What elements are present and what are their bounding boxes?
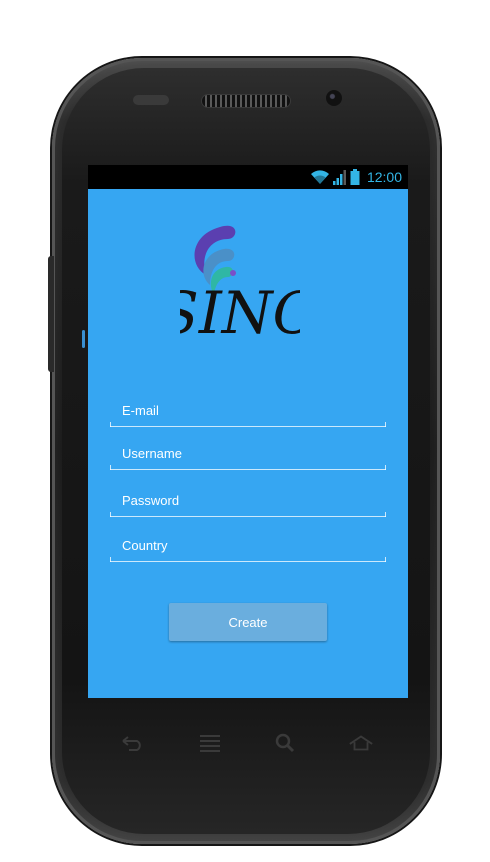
password-field-container <box>110 485 386 517</box>
home-icon[interactable] <box>348 732 374 754</box>
back-icon[interactable] <box>119 732 145 754</box>
username-field-container <box>110 438 386 470</box>
status-bar: 12:00 <box>88 165 408 189</box>
username-field[interactable] <box>110 438 386 468</box>
proximity-sensor <box>133 95 169 105</box>
battery-icon <box>350 169 360 185</box>
earpiece-speaker <box>202 95 290 107</box>
wifi-icon <box>310 169 330 185</box>
menu-icon[interactable] <box>197 732 223 754</box>
email-field-container <box>110 395 386 427</box>
country-field[interactable] <box>110 530 386 560</box>
country-field-container <box>110 530 386 562</box>
signup-form-screen: SINC Create <box>88 189 408 698</box>
signal-icon <box>332 169 347 185</box>
search-icon[interactable] <box>272 732 298 754</box>
volume-button <box>48 256 54 372</box>
password-field[interactable] <box>110 485 386 515</box>
sinc-logo: SINC <box>159 215 317 349</box>
email-field[interactable] <box>110 395 386 425</box>
logo-text: SINC <box>180 279 300 347</box>
status-clock: 12:00 <box>366 169 402 185</box>
create-button[interactable]: Create <box>169 603 327 641</box>
side-indicator <box>82 330 85 348</box>
screen: 12:00 SINC Create <box>88 165 408 698</box>
front-camera <box>326 90 342 106</box>
